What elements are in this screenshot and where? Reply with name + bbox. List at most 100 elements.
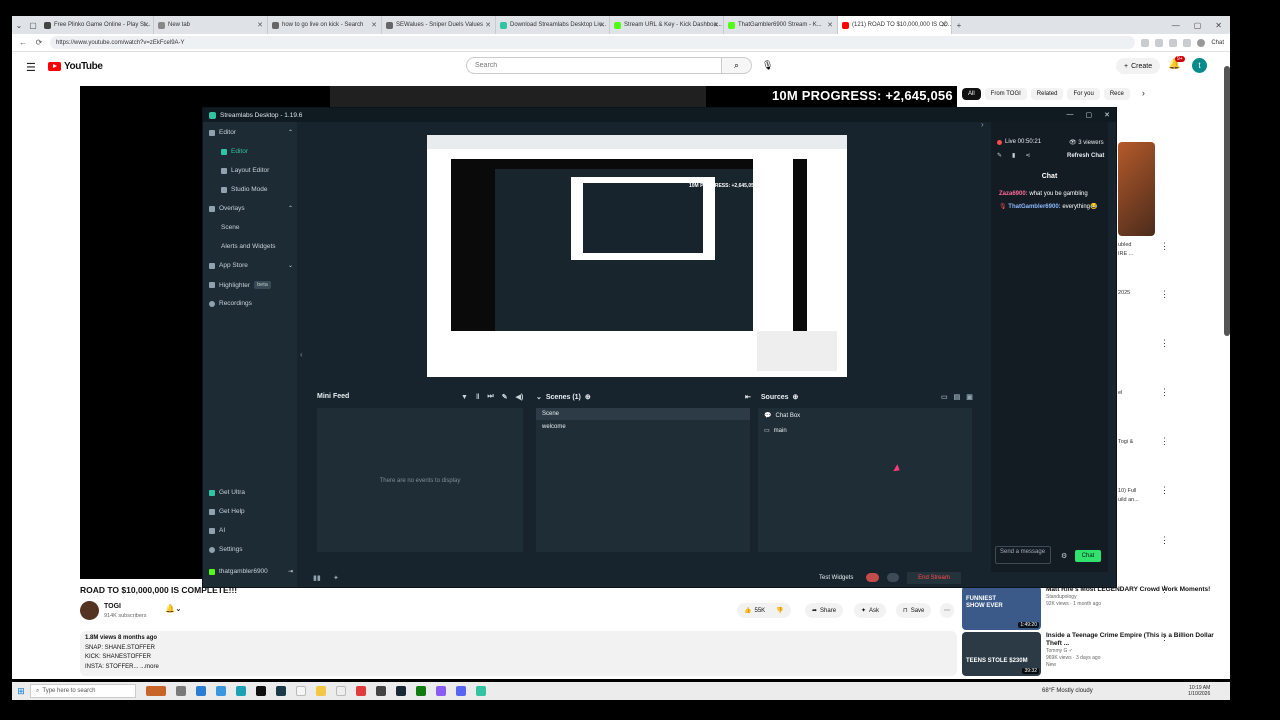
recommendation-thumbnail[interactable]: TEENS STOLE $230M 39:32 [962, 632, 1041, 676]
collections-icon[interactable] [1183, 38, 1192, 47]
more-options-icon[interactable]: ⋮ [1160, 535, 1169, 546]
close-tab-icon[interactable]: ✕ [143, 21, 149, 29]
bookmark-icon[interactable]: ▮ [1012, 152, 1015, 159]
youtube-logo[interactable]: YouTube [48, 61, 103, 72]
browser-tab[interactable]: Free Plinko Game Online - Play St... ✕ [40, 16, 154, 34]
tab-overview-icon[interactable]: ▢ [26, 21, 40, 30]
windows-start-icon[interactable]: ⊞ [12, 686, 30, 697]
more-options-icon[interactable]: ⋮ [1160, 632, 1169, 643]
close-tab-icon[interactable]: ✕ [257, 21, 263, 29]
chevron-right-icon[interactable]: › [1142, 88, 1145, 100]
maximize-icon[interactable]: ▢ [1194, 21, 1202, 30]
more-options-icon[interactable]: ⋮ [1160, 584, 1169, 595]
app-icon[interactable] [216, 686, 226, 696]
discord-icon[interactable] [456, 686, 466, 696]
folder-icon[interactable]: ▤ [954, 393, 961, 401]
chip-related[interactable]: Related [1030, 88, 1064, 100]
collapse-sidebar-icon[interactable]: ‹ [300, 350, 303, 359]
page-scrollbar[interactable] [1224, 66, 1230, 336]
chevron-right-icon[interactable]: › [981, 120, 984, 129]
more-options-icon[interactable]: ⋮ [1160, 241, 1169, 252]
taskbar-search[interactable]: ⌕ Type here to search [30, 684, 136, 698]
more-options-icon[interactable]: ⋮ [1160, 338, 1169, 349]
scene-item[interactable]: Scene [536, 408, 750, 420]
rec-title-snippet[interactable]: 2025 [1118, 290, 1130, 296]
nav-get-ultra[interactable]: Get Ultra [209, 489, 293, 496]
logout-icon[interactable]: ⇥ [288, 568, 293, 575]
browser-tab[interactable]: Stream URL & Key - Kick Dashboa... ✕ [610, 16, 724, 34]
save-button[interactable]: ⊓ Save [896, 603, 932, 618]
add-scene-icon[interactable]: ⊕ [585, 393, 591, 401]
channel-avatar[interactable] [80, 601, 99, 620]
recommendation-item[interactable]: FUNNIEST SHOW EVER 1:49:20 Matt Rife's M… [962, 586, 1224, 632]
minimize-icon[interactable]: — [1067, 111, 1074, 119]
more-options-icon[interactable]: ⋮ [1160, 289, 1169, 300]
record-button[interactable] [866, 573, 879, 582]
edge-icon[interactable] [196, 686, 206, 696]
create-button[interactable]: + Create [1116, 58, 1161, 74]
terminal-icon[interactable] [276, 686, 286, 696]
nav-get-help[interactable]: Get Help [209, 508, 293, 515]
pause-icon[interactable]: ‖ [476, 394, 479, 401]
pin-icon[interactable]: ✦ [333, 574, 339, 582]
chip-for-you[interactable]: For you [1067, 88, 1100, 100]
obs-icon[interactable] [376, 686, 386, 696]
browser-tab[interactable]: New tab ✕ [154, 16, 268, 34]
favorites-icon[interactable] [1169, 38, 1178, 47]
nav-alerts-widgets[interactable]: Alerts and Widgets [221, 243, 305, 250]
volume-icon[interactable]: ◀) [516, 393, 524, 401]
recommendation-thumbnail[interactable]: FUNNIEST SHOW EVER 1:49:20 [962, 586, 1041, 630]
close-window-icon[interactable]: ✕ [1215, 21, 1222, 30]
new-tab-button[interactable]: + [952, 21, 966, 30]
group-icon[interactable]: ▭ [941, 393, 948, 401]
weather-widget[interactable]: 68°F Mostly cloudy [1042, 688, 1093, 694]
more-options-icon[interactable]: ⋮ [1160, 436, 1169, 447]
rec-title-snippet[interactable]: IRE ... [1118, 251, 1133, 257]
streamlabs-icon[interactable] [476, 686, 486, 696]
extension-icon[interactable] [1155, 38, 1164, 47]
file-explorer-icon[interactable] [316, 686, 326, 696]
account-avatar[interactable]: t [1192, 58, 1207, 73]
source-item[interactable]: ▭ main [764, 427, 787, 435]
nav-scene[interactable]: Scene [221, 224, 305, 231]
browser-tab[interactable]: how to go live on kick - Search ✕ [268, 16, 382, 34]
channel-name[interactable]: TOGI [104, 603, 121, 610]
chevron-down-icon[interactable]: ⌄ [536, 393, 542, 401]
test-widgets-button[interactable]: Test Widgets [819, 575, 853, 581]
nav-overlays-section[interactable]: Overlays ⌃ [209, 205, 293, 212]
back-icon[interactable]: ← [18, 38, 28, 47]
close-tab-icon[interactable]: ✕ [599, 21, 605, 29]
end-stream-button[interactable]: End Stream [907, 571, 961, 584]
notepad-icon[interactable] [296, 686, 306, 696]
search-input[interactable] [466, 57, 722, 74]
nav-settings[interactable]: Settings [209, 546, 293, 553]
mute-icon[interactable]: ✎ [502, 393, 508, 401]
chat-settings-icon[interactable]: ⚙ [1061, 552, 1067, 560]
nav-highlighter[interactable]: Highlighter beta [209, 281, 293, 289]
filter-icon[interactable]: ▼ [461, 394, 468, 401]
skip-icon[interactable]: ⏭ [487, 393, 493, 401]
studio-toggle-icon[interactable]: ⇤ [745, 393, 751, 401]
profile-icon[interactable] [1197, 38, 1206, 47]
extension-icon[interactable] [1141, 38, 1150, 47]
scene-item[interactable]: welcome [542, 424, 566, 430]
maximize-icon[interactable]: ▢ [1086, 111, 1093, 119]
stats-icon[interactable]: ▮▮ [313, 574, 321, 582]
nav-editor[interactable]: Editor [221, 148, 305, 155]
thumbs-down-icon[interactable]: 👎 [776, 607, 783, 614]
chip-recent[interactable]: Rece [1103, 88, 1130, 100]
rec-title[interactable]: Inside a Teenage Crime Empire (This is a… [1046, 632, 1224, 648]
stream-preview[interactable]: 10M PROGRESS: +2,645,056 [427, 135, 847, 377]
microphone-icon[interactable]: 🎙 [762, 60, 773, 71]
add-source-icon[interactable]: ⊕ [793, 393, 799, 401]
rec-title-snippet[interactable]: uild an... [1118, 497, 1139, 503]
close-tab-icon[interactable]: ✕ [827, 21, 833, 29]
hamburger-menu-icon[interactable]: ☰ [26, 61, 36, 74]
nav-app-store[interactable]: App Store ⌄ [209, 262, 293, 269]
more-options-icon[interactable]: ⋮ [1160, 485, 1169, 496]
ask-button[interactable]: ✦ Ask [854, 603, 887, 618]
rec-title-snippet[interactable]: el [1118, 390, 1122, 396]
app-icon[interactable] [356, 686, 366, 696]
share-icon[interactable]: ⋖ [1025, 152, 1030, 159]
recommendation-item[interactable]: TEENS STOLE $230M 39:32 Inside a Teenage… [962, 632, 1224, 678]
